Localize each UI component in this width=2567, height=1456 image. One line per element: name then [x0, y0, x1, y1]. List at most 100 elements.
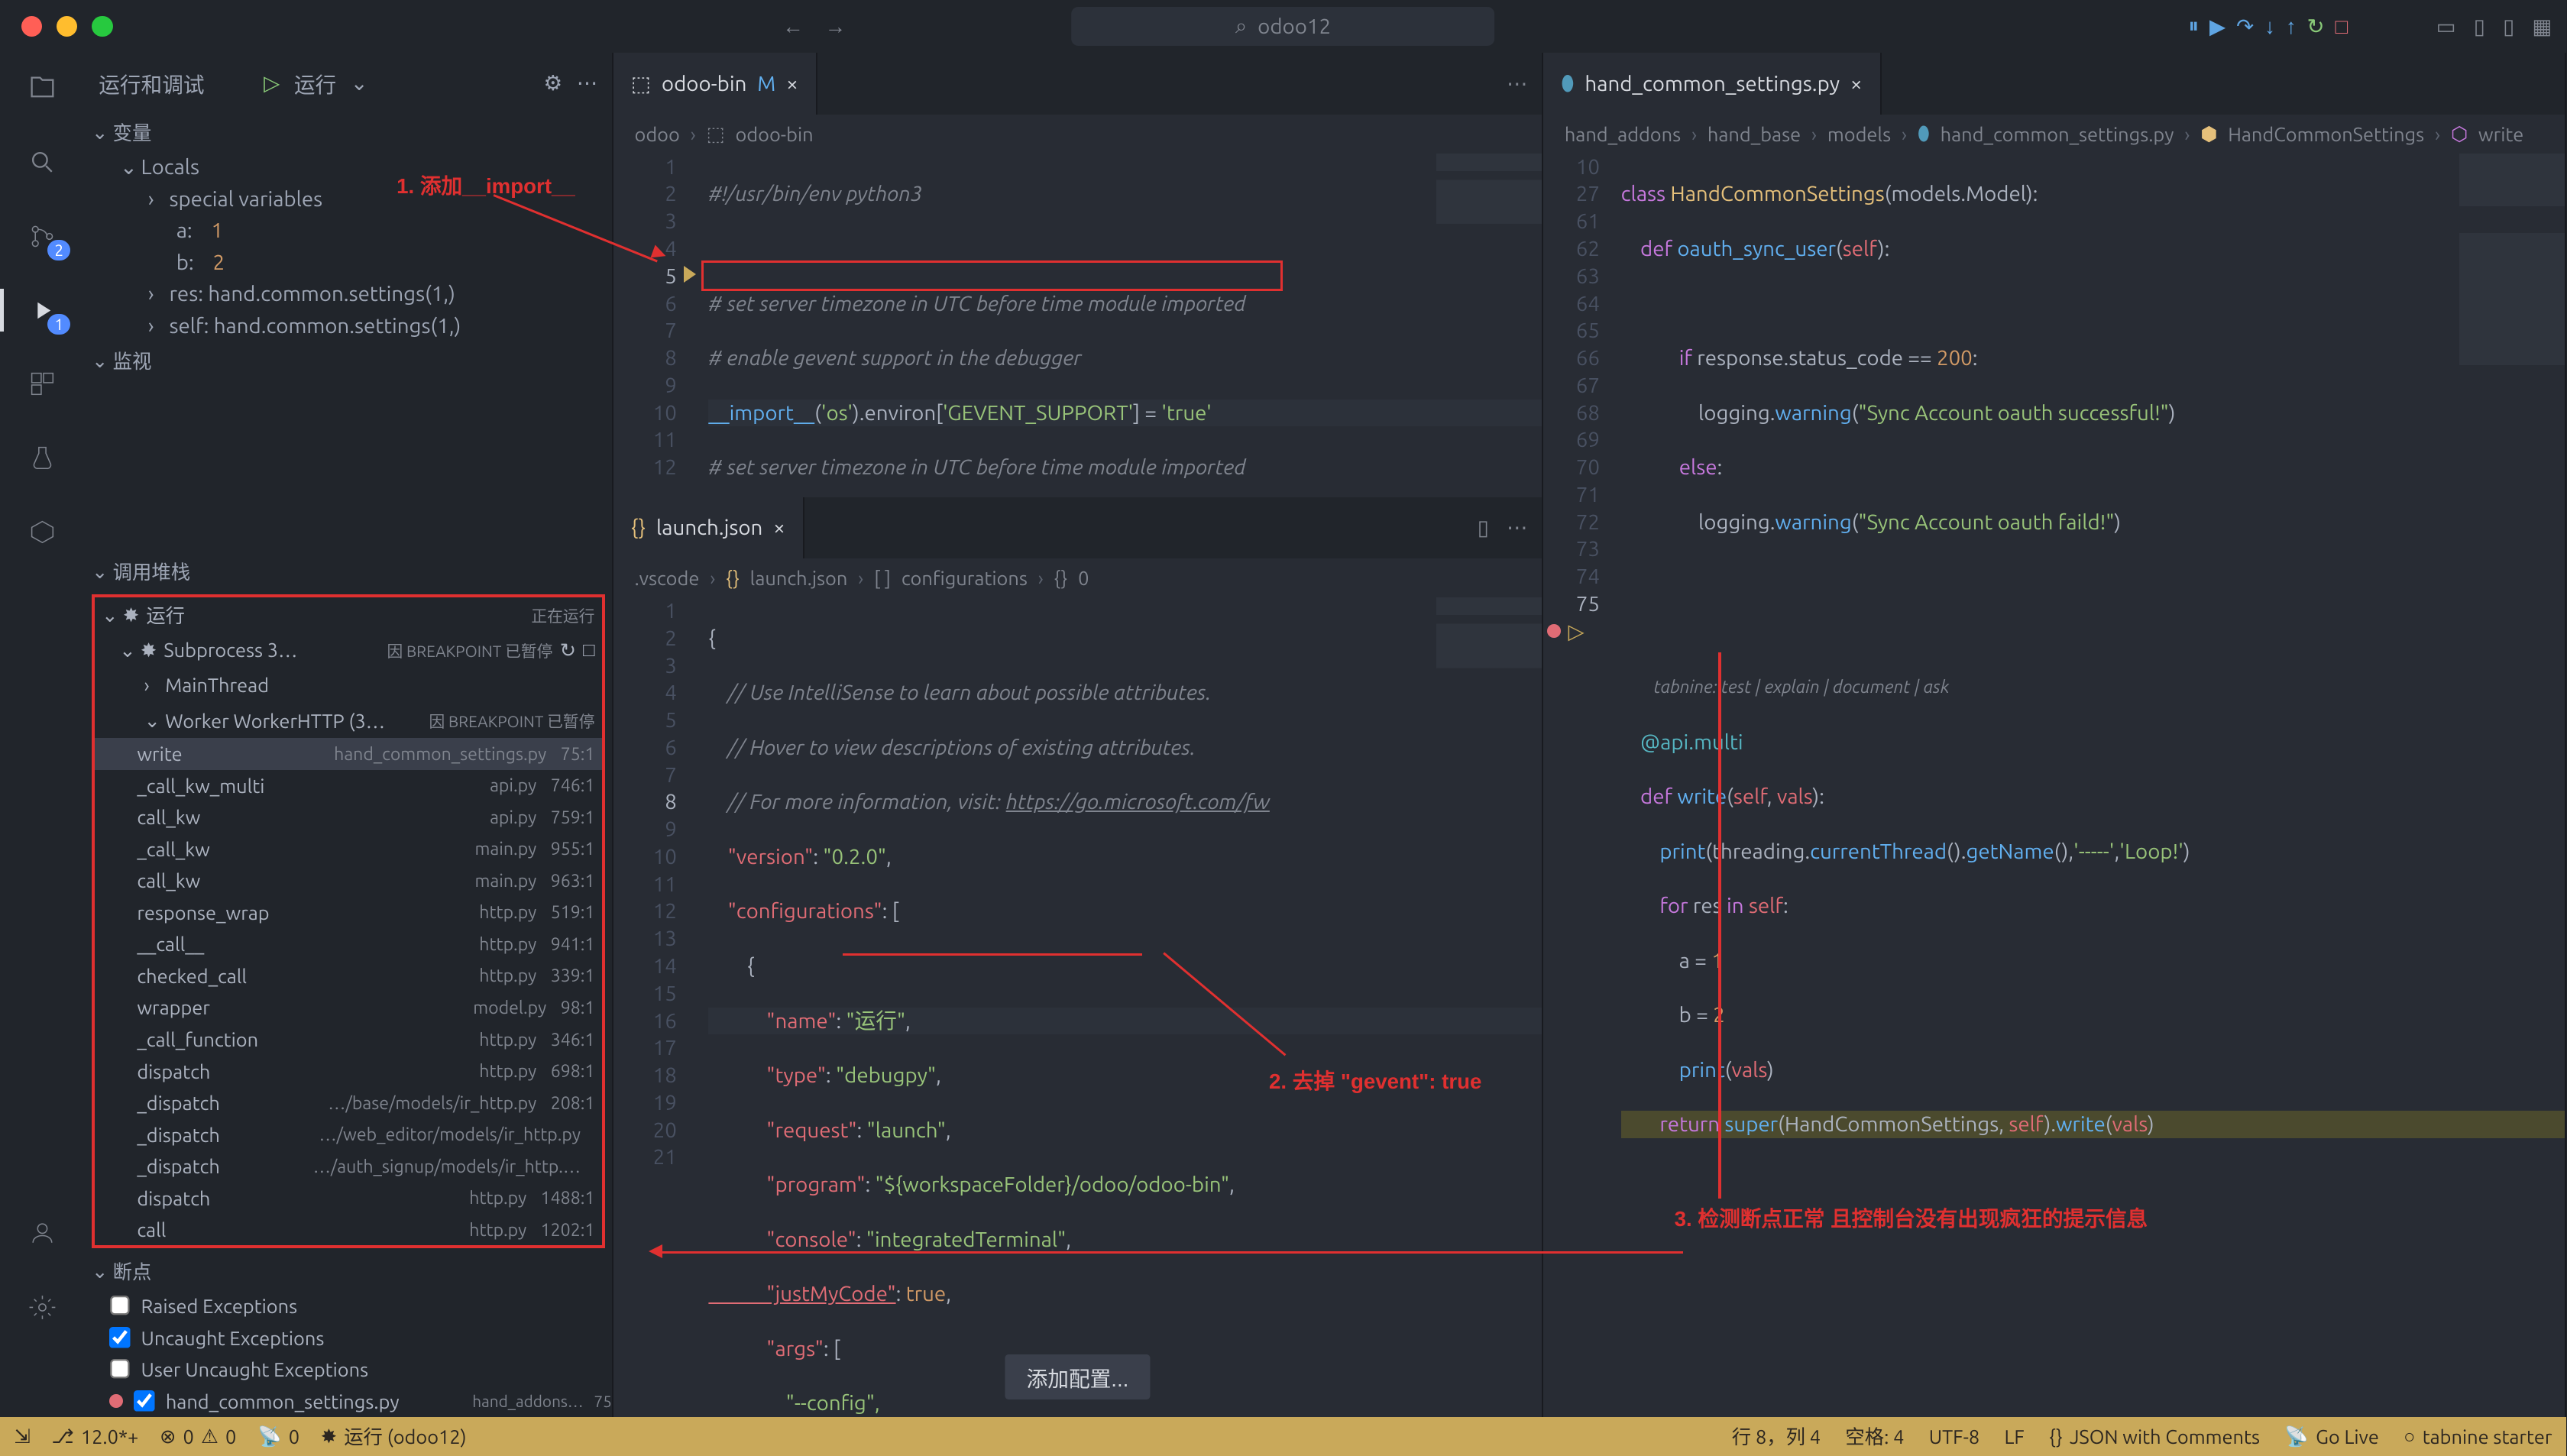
problems[interactable]: ⊗ 0 ⚠ 0	[160, 1425, 236, 1448]
gear-icon[interactable]	[21, 1286, 63, 1328]
breakpoints-section[interactable]: ⌄断点	[85, 1252, 612, 1290]
tab-odoo-bin[interactable]: ⬚odoo-binM×	[613, 53, 817, 115]
layout-sidebar-icon[interactable]: ▯	[2474, 14, 2485, 39]
thread-worker[interactable]: ⌄Worker WorkerHTTP (3…因 BREAKPOINT 已暂停	[95, 703, 602, 738]
debug-stepin-icon[interactable]: ↓	[2264, 15, 2275, 39]
close-window[interactable]	[21, 16, 43, 37]
add-configuration-button[interactable]: 添加配置...	[1005, 1354, 1150, 1399]
highlight-box-import	[701, 260, 1283, 290]
stack-frame[interactable]: _call_functionhttp.py346:1	[95, 1024, 602, 1056]
encoding[interactable]: UTF-8	[1929, 1422, 1979, 1450]
stack-frame[interactable]: call_kwapi.py759:1	[95, 801, 602, 833]
tabnine-status[interactable]: ○ tabnine starter	[2404, 1422, 2552, 1450]
breadcrumb-hand[interactable]: hand_addons›hand_base›models›⬮hand_commo…	[1543, 115, 2565, 154]
more-icon[interactable]: ⋯	[1507, 71, 1528, 96]
search-text: odoo12	[1258, 15, 1331, 38]
ports[interactable]: 📡 0	[257, 1425, 299, 1448]
layout-right-icon[interactable]: ▯	[2503, 14, 2514, 39]
var-b[interactable]: b: 2	[85, 247, 612, 279]
stack-frame[interactable]: dispatchhttp.py1488:1	[95, 1182, 602, 1214]
more-icon[interactable]: ⋯	[577, 70, 598, 95]
stack-frame[interactable]: callhttp.py1202:1	[95, 1214, 602, 1246]
stack-frame[interactable]: wrappermodel.py98:1	[95, 992, 602, 1024]
subprocess[interactable]: ⌄✸Subprocess 3…因 BREAKPOINT 已暂停↻□	[95, 633, 602, 668]
debug-config-select[interactable]: 运行	[294, 68, 336, 99]
minimize-window[interactable]	[57, 16, 78, 37]
remote-indicator[interactable]: ⇲	[14, 1425, 30, 1448]
remote-icon[interactable]	[21, 511, 63, 553]
debug-pause-icon[interactable]: ⏸	[2188, 14, 2199, 39]
variables-section[interactable]: ⌄变量	[85, 113, 612, 151]
callstack-highlight-box: ⌄✸运行正在运行 ⌄✸Subprocess 3…因 BREAKPOINT 已暂停…	[92, 594, 605, 1249]
tab-hand-settings[interactable]: ⬮hand_common_settings.py×	[1543, 53, 1881, 115]
bp-file[interactable]: hand_common_settings.pyhand_addons…75	[85, 1385, 612, 1417]
stack-frame[interactable]: _call_kwmain.py955:1	[95, 833, 602, 866]
bp-raised[interactable]: Raised Exceptions	[85, 1290, 612, 1322]
extensions-icon[interactable]	[21, 363, 63, 405]
stack-frame[interactable]: _dispatch…/web_editor/models/ir_http.py	[95, 1118, 602, 1150]
editor-odoo-bin[interactable]: 123456789101112 #!/usr/bin/env python3 #…	[613, 154, 1542, 497]
debug-continue-icon[interactable]: ▶	[2209, 14, 2225, 39]
scope-locals[interactable]: ⌄Locals	[85, 151, 612, 183]
var-self[interactable]: ›self: hand.common.settings(1,)	[85, 310, 612, 342]
indent[interactable]: 空格: 4	[1845, 1422, 1904, 1450]
editor-launch-json[interactable]: 123456789101112131415161718192021 { // U…	[613, 597, 1542, 1417]
stack-frame[interactable]: writehand_common_settings.py75:1	[95, 738, 602, 770]
go-live[interactable]: 📡 Go Live	[2284, 1422, 2379, 1450]
stack-frame[interactable]: _call_kw_multiapi.py746:1	[95, 770, 602, 802]
bp-user[interactable]: User Uncaught Exceptions	[85, 1354, 612, 1386]
debug-stepout-icon[interactable]: ↑	[2286, 15, 2297, 39]
editor-hand-settings[interactable]: 102761626364656667 6869707172737475 ▷ cl…	[1543, 154, 2565, 1417]
close-icon[interactable]: ×	[1850, 72, 1863, 95]
debug-stepover-icon[interactable]: ↷	[2236, 14, 2254, 39]
var-a[interactable]: a: 1	[85, 215, 612, 247]
gear-icon[interactable]: ⚙	[543, 70, 562, 95]
layout-panel-icon[interactable]: ▭	[2436, 14, 2456, 39]
split-icon[interactable]: ▯	[1478, 515, 1489, 540]
close-icon[interactable]: ×	[786, 72, 798, 95]
debug-restart-icon[interactable]: ↻	[2307, 14, 2325, 39]
chevron-down-icon[interactable]: ⌄	[351, 70, 364, 95]
command-center[interactable]: ⌕ odoo12	[1072, 7, 1495, 46]
bp-uncaught[interactable]: Uncaught Exceptions	[85, 1322, 612, 1354]
breakpoint-mark[interactable]	[1547, 624, 1561, 638]
stack-frame[interactable]: _dispatch…/auth_signup/models/ir_http.…	[95, 1150, 602, 1183]
layout-custom-icon[interactable]: ▦	[2532, 14, 2552, 39]
explorer-icon[interactable]	[21, 67, 63, 109]
start-debug-icon[interactable]: ▷	[264, 70, 280, 95]
watch-section[interactable]: ⌄监视	[85, 341, 612, 380]
special-variables[interactable]: ›special variables	[85, 183, 612, 215]
debug-status[interactable]: ✸ 运行 (odoo12)	[321, 1422, 467, 1450]
stack-frame[interactable]: response_wraphttp.py519:1	[95, 897, 602, 929]
git-branch[interactable]: ⎇ 12.0*+	[51, 1425, 138, 1448]
stack-frame[interactable]: _dispatch…/base/models/ir_http.py208:1	[95, 1087, 602, 1119]
thread-main[interactable]: ›MainThread	[95, 668, 602, 703]
stop-icon[interactable]: □	[583, 638, 594, 662]
debug-session[interactable]: ⌄✸运行正在运行	[95, 597, 602, 633]
stack-frame[interactable]: checked_callhttp.py339:1	[95, 960, 602, 992]
stack-frame[interactable]: call_kwmain.py963:1	[95, 865, 602, 897]
testing-icon[interactable]	[21, 437, 63, 479]
stack-frame[interactable]: dispatchhttp.py698:1	[95, 1055, 602, 1087]
cursor-position[interactable]: 行 8，列 4	[1732, 1422, 1821, 1450]
search-icon[interactable]	[21, 141, 63, 183]
language-mode[interactable]: {} JSON with Comments	[2049, 1422, 2260, 1450]
maximize-window[interactable]	[92, 16, 113, 37]
debug-icon[interactable]: 1	[21, 289, 63, 331]
nav-forward-icon[interactable]: →	[825, 15, 846, 39]
debug-stop-icon[interactable]: □	[2336, 15, 2348, 39]
side-panel: 运行和调试 ▷ 运行 ⌄ ⚙ ⋯ ⌄变量 ⌄Locals ›special va…	[85, 53, 613, 1417]
scm-icon[interactable]: 2	[21, 215, 63, 257]
nav-back-icon[interactable]: ←	[782, 15, 804, 39]
var-res[interactable]: ›res: hand.common.settings(1,)	[85, 278, 612, 310]
more-icon[interactable]: ⋯	[1507, 515, 1528, 540]
breadcrumb-odoo[interactable]: odoo›⬚odoo-bin	[613, 115, 1542, 154]
tab-launch-json[interactable]: {}launch.json×	[613, 497, 804, 559]
account-icon[interactable]	[21, 1212, 63, 1254]
callstack-section[interactable]: ⌄调用堆栈	[85, 552, 612, 590]
close-icon[interactable]: ×	[773, 516, 785, 539]
stack-frame[interactable]: __call__http.py941:1	[95, 928, 602, 960]
breadcrumb-launch[interactable]: .vscode›{}launch.json›[ ]configurations›…	[613, 558, 1542, 597]
restart-icon[interactable]: ↻	[560, 639, 576, 662]
eol[interactable]: LF	[2005, 1422, 2025, 1450]
